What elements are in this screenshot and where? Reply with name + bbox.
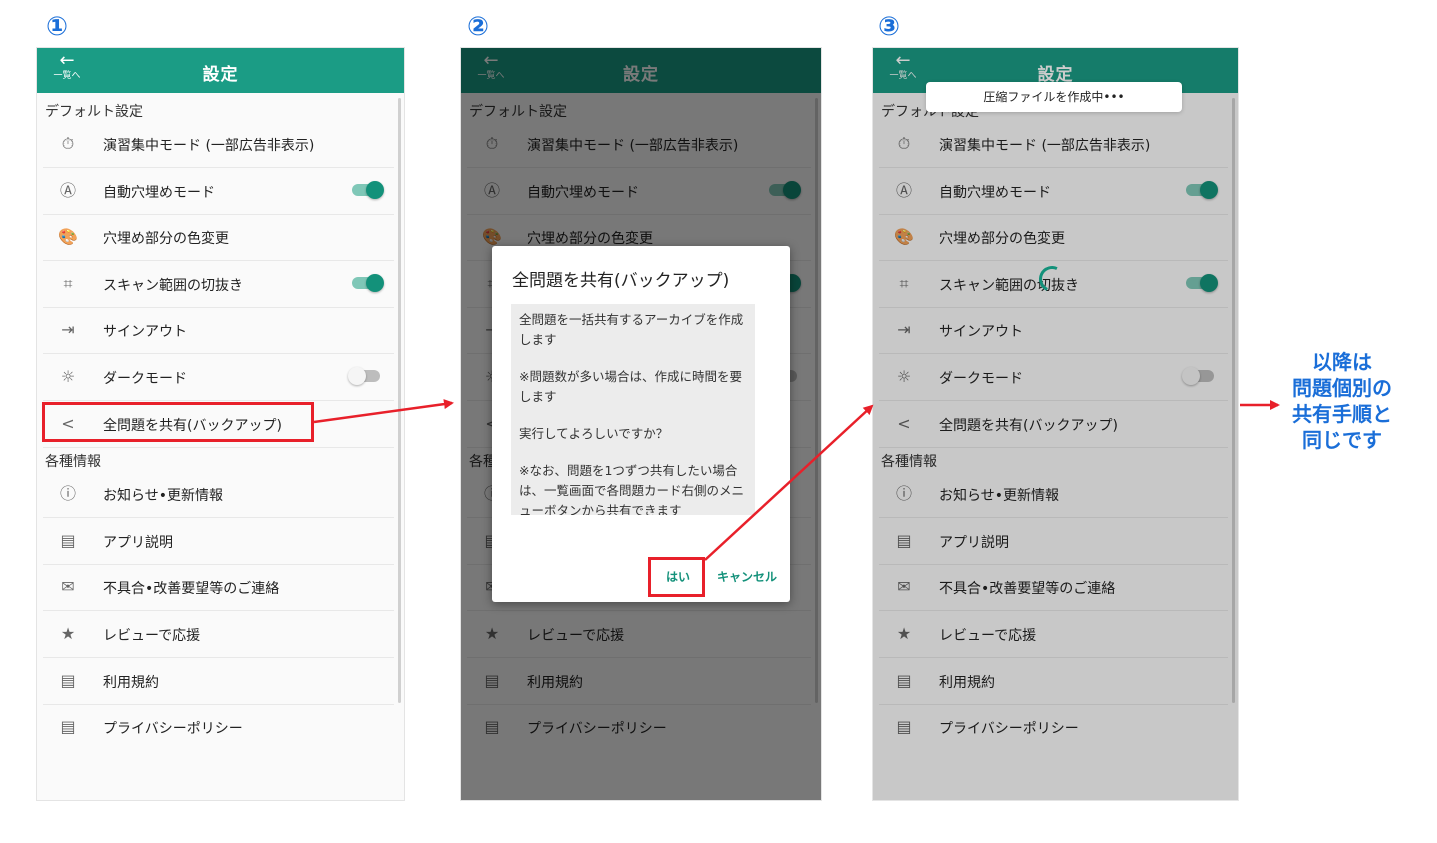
settings-item-label: 穴埋め部分の色変更 [103,231,229,248]
info-item-label: プライバシーポリシー [103,721,243,738]
document-icon: ▤ [60,670,76,690]
settings-item-label: 演習集中モード (一部広告非表示) [103,138,315,154]
auto-icon: Ⓐ [59,180,76,200]
settings-item-label: ダークモード [103,371,187,387]
palette-icon: 🎨 [58,227,78,247]
info-icon: ⓘ [59,484,76,504]
info-item-label: 不具合•改善要望等のご連絡 [103,581,280,598]
info-item-label: アプリ説明 [103,534,173,551]
toggle-switch[interactable] [348,367,380,385]
note-line: 同じです [1302,428,1382,452]
settings-item[interactable]: ☼ ダークモード [43,354,394,401]
info-item[interactable]: ⓘ お知らせ•更新情報 [43,471,394,519]
dialog-paragraph: 実行してよろしいですか？ [519,426,669,441]
settings-list: デフォルト設定 ⏱ 演習集中モード (一部広告非表示) Ⓐ 自動穴埋めモード 🎨 穴埋め部分… [37,93,404,800]
settings-item[interactable]: ⇥ サインアウト [43,307,394,355]
progress-toast: 圧縮ファイルを作成中••• [926,82,1182,112]
section-header-default: デフォルト設定 [45,104,143,120]
settings-item[interactable]: ⏱ 演習集中モード (一部広告非表示) [43,121,394,168]
info-item[interactable]: ★ レビューで応援 [43,611,394,658]
dialog-title: 全問題を共有(バックアップ) [512,271,730,291]
info-item-label: お知らせ•更新情報 [103,488,223,505]
section-header-info: 各種情報 [45,454,101,471]
settings-item[interactable]: 🎨 穴埋め部分の色変更 [43,214,394,262]
next-steps-note: 以降は 問題個別の 共有手順と 同じです [1278,349,1406,453]
progress-scrim [873,48,1238,800]
settings-item-label: サインアウト [103,324,187,341]
toggle-switch[interactable] [352,273,384,292]
share-item-highlight [42,402,314,442]
cancel-button[interactable]: キャンセル [717,568,777,585]
app-bar: ←一覧へ設定 [37,48,404,93]
mail-icon: ✉ [61,577,75,597]
settings-item[interactable]: Ⓐ 自動穴埋めモード [43,168,394,215]
document-icon: ▤ [60,717,76,737]
share-dialog: 全問題を共有(バックアップ) 全問題を一括共有するアーカイブを作成します ※問題数が… [492,246,790,602]
info-item[interactable]: ▤ プライバシーポリシー [43,704,394,750]
phone-screen-2: ←一覧へ設定デフォルト設定⏱演習集中モード (一部広告非表示)Ⓐ自動穴埋めモード… [460,47,822,801]
stopwatch-icon: ⏱ [61,134,75,153]
toggle-switch[interactable] [352,180,384,199]
info-item-label: 利用規約 [103,674,159,691]
note-line: 共有手順と [1292,402,1392,426]
info-item[interactable]: ✉ 不具合•改善要望等のご連絡 [43,564,394,612]
dialog-paragraph: ※なお、問題を1つずつ共有したい場合は、一覧画面で各問題カード右側のメニューボタ… [519,463,745,515]
phone-screen-3: ← 一覧へ 設定 デフォルト設定 ⏱ 演習集中モード (一部広告非表示) Ⓐ 自動穴埋めモード… [872,47,1239,801]
crop-icon: ⌗ [63,273,73,293]
step-number-1: ① [46,12,69,42]
step-number-2: ② [467,12,490,42]
note-line: 以降は [1312,350,1372,374]
dialog-paragraph: ※問題数が多い場合は、作成に時間を要します [519,369,742,404]
page-title: 設定 [202,65,239,85]
info-item-label: レビューで応援 [103,628,201,644]
note-line: 問題個別の [1292,376,1392,400]
info-item[interactable]: ▤ 利用規約 [43,658,394,705]
sun-icon: ☼ [60,367,76,386]
settings-item-label: スキャン範囲の切抜き [103,277,243,294]
settings-item[interactable]: ⌗ スキャン範囲の切抜き [43,261,394,308]
info-item[interactable]: ▤ アプリ説明 [43,518,394,565]
yes-button-highlight [648,557,705,597]
step-number-3: ③ [878,12,901,42]
dialog-message: 全問題を一括共有するアーカイブを作成します ※問題数が多い場合は、作成に時間を要し… [511,304,755,515]
scrollbar[interactable] [398,98,401,703]
settings-item-label: 自動穴埋めモード [103,184,215,201]
document-icon: ▤ [60,530,76,550]
sign-out-icon: ⇥ [61,320,75,340]
dialog-paragraph: 全問題を一括共有するアーカイブを作成します [519,312,744,347]
star-icon: ★ [60,624,76,643]
